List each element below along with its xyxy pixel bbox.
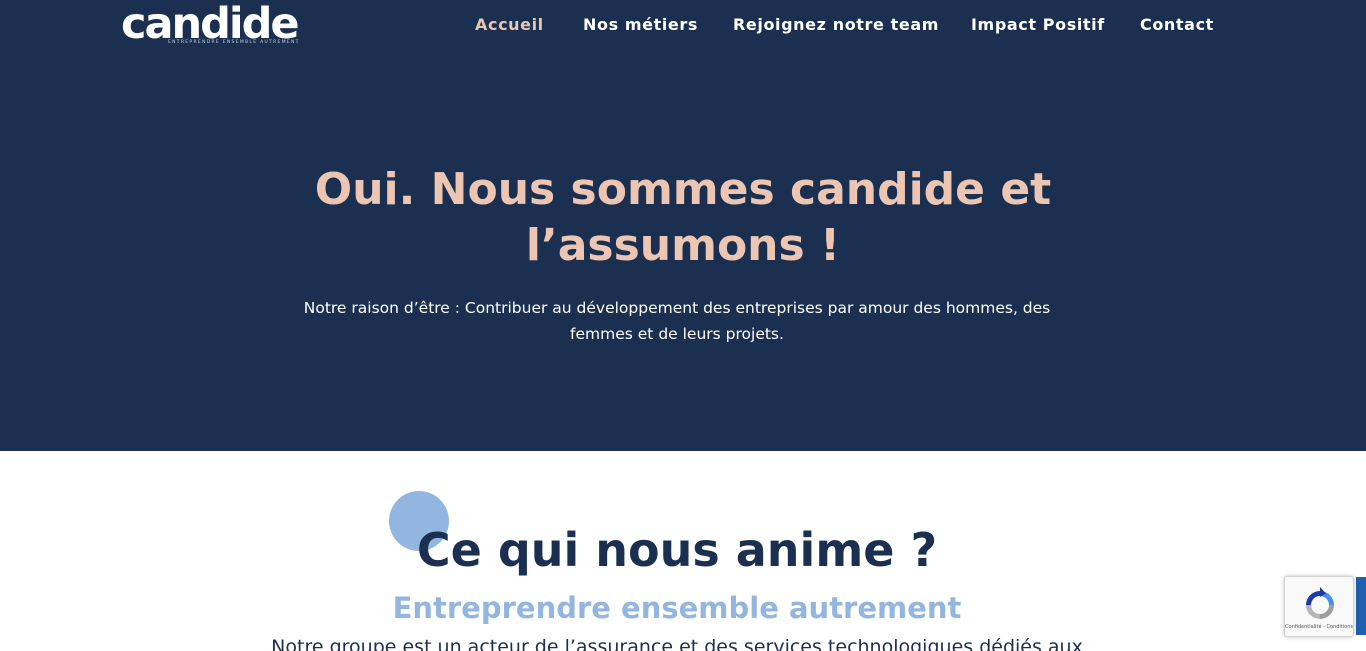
nav-item-impact-positif[interactable]: Impact Positif <box>971 14 1105 36</box>
section-title: Ce qui nous anime ? <box>416 523 938 577</box>
nav-item-rejoignez-notre-team[interactable]: Rejoignez notre team <box>733 14 939 36</box>
hero-subtitle: Notre raison d’être : Contribuer au déve… <box>303 299 1051 343</box>
scrollbar-thumb[interactable] <box>1356 577 1366 635</box>
section-body-text: Notre groupe est un acteur de l’assuranc… <box>271 636 1083 651</box>
section-subtitle: Entreprendre ensemble autrement <box>392 591 962 625</box>
recaptcha-icon <box>1306 587 1334 619</box>
nav-item-accueil[interactable]: Accueil <box>475 14 544 36</box>
logo-tagline: ENTREPRENDRE ENSEMBLE AUTREMENT <box>168 40 300 45</box>
recaptcha-badge[interactable]: Confidentialité - Conditions <box>1284 576 1354 637</box>
recaptcha-links[interactable]: Confidentialité - Conditions <box>1285 624 1353 630</box>
nav-item-nos-metiers[interactable]: Nos métiers <box>583 14 698 36</box>
hero-title: Oui. Nous sommes candide et l’assumons ! <box>314 164 1052 271</box>
candide-logo[interactable]: candide ENTREPRENDRE ENSEMBLE AUTREMENT <box>121 2 300 48</box>
nav-item-contact[interactable]: Contact <box>1140 14 1214 36</box>
